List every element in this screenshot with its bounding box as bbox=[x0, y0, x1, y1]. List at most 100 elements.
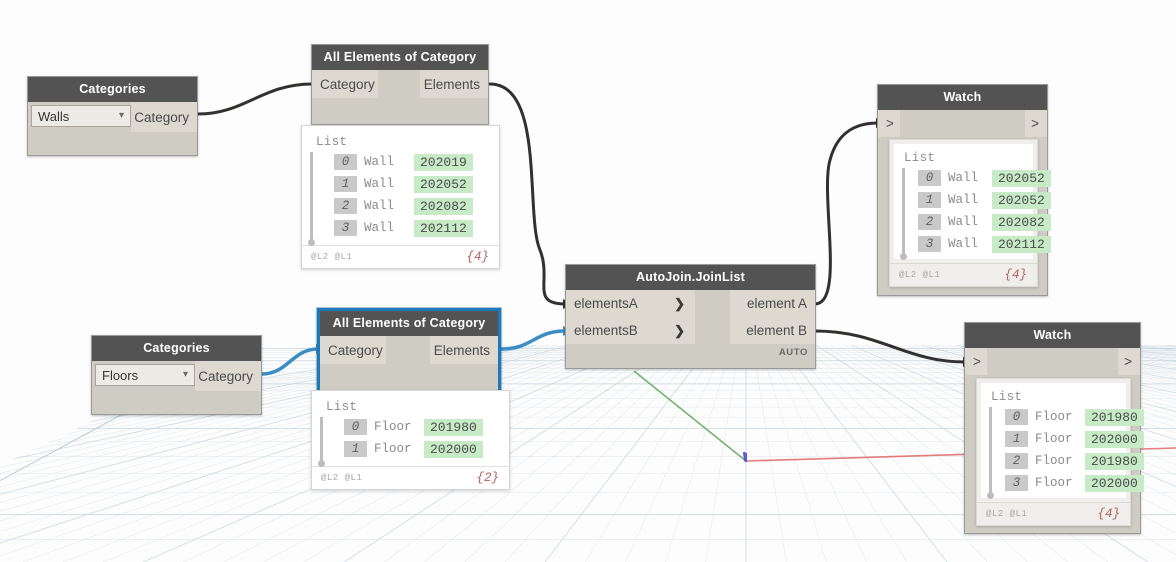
input-port-watch-top[interactable]: > bbox=[878, 110, 900, 137]
node-footer bbox=[92, 391, 261, 414]
row-type: Wall bbox=[948, 237, 986, 251]
port-label: > bbox=[1124, 354, 1132, 369]
chevron-down-icon: ▾ bbox=[119, 110, 124, 121]
node-footer bbox=[28, 132, 197, 155]
port-label: > bbox=[973, 354, 981, 369]
input-port-elementsA[interactable]: elementsA ❯ bbox=[566, 290, 695, 317]
list-label: List bbox=[316, 135, 489, 149]
node-all-elements-walls[interactable]: All Elements of Category Category Elemen… bbox=[311, 44, 489, 125]
node-all-elements-floors[interactable]: All Elements of Category Category Elemen… bbox=[317, 308, 501, 393]
node-footer bbox=[320, 364, 498, 390]
category-dropdown-walls[interactable]: Walls ▾ bbox=[31, 105, 131, 127]
row-index: 1 bbox=[918, 192, 941, 208]
list-bracket bbox=[902, 168, 905, 256]
node-footer bbox=[312, 98, 488, 124]
port-label: > bbox=[886, 116, 894, 131]
node-title: All Elements of Category bbox=[312, 45, 488, 70]
output-port-elements[interactable]: Elements bbox=[420, 70, 488, 98]
list-item: 0 Wall 202052 bbox=[918, 167, 1027, 189]
node-title: Watch bbox=[878, 85, 1047, 110]
row-type: Wall bbox=[948, 193, 986, 207]
node-categories-floors[interactable]: Categories Floors ▾ Category bbox=[91, 335, 262, 415]
row-index: 2 bbox=[1005, 453, 1028, 469]
output-port-watch-top[interactable]: > bbox=[1025, 110, 1047, 137]
list-label: List bbox=[904, 151, 1027, 165]
row-value: 202000 bbox=[1085, 475, 1144, 492]
preview-footer: @L2 @L1 {4} bbox=[302, 245, 499, 268]
node-title: AutoJoin.JoinList bbox=[566, 265, 815, 290]
row-value: 202052 bbox=[414, 176, 473, 193]
node-footer: AUTO bbox=[566, 344, 815, 368]
row-index: 3 bbox=[334, 220, 357, 236]
row-value: 202112 bbox=[992, 236, 1051, 253]
port-label: Category bbox=[134, 110, 189, 125]
output-port-element-b[interactable]: element B bbox=[730, 317, 815, 344]
preview-list: List 0 Floor 201980 1 Floor 202000 2 Flo… bbox=[981, 383, 1126, 498]
row-type: Wall bbox=[364, 199, 408, 213]
row-value: 202052 bbox=[992, 192, 1051, 209]
port-label: element A bbox=[747, 296, 807, 311]
preview-walls-elements: List 0 Wall 202019 1 Wall 202052 2 Wall … bbox=[301, 125, 500, 269]
dropdown-value: Floors bbox=[96, 368, 138, 383]
list-item: 2 Floor 201980 bbox=[1005, 450, 1120, 472]
list-item: 1 Floor 202000 bbox=[344, 438, 499, 460]
row-type: Wall bbox=[364, 177, 408, 191]
row-type: Floor bbox=[1035, 476, 1079, 490]
list-item: 2 Wall 202082 bbox=[918, 211, 1027, 233]
row-index: 0 bbox=[918, 170, 941, 186]
list-item: 1 Wall 202052 bbox=[334, 173, 489, 195]
node-autojoin-joinlist[interactable]: AutoJoin.JoinList elementsA ❯ element A … bbox=[565, 264, 816, 369]
row-index: 1 bbox=[344, 441, 367, 457]
row-type: Wall bbox=[364, 155, 408, 169]
port-label: Category bbox=[198, 369, 253, 384]
list-item: 0 Wall 202019 bbox=[334, 151, 489, 173]
node-title: All Elements of Category bbox=[320, 311, 498, 336]
row-index: 2 bbox=[334, 198, 357, 214]
input-port-category[interactable]: Category bbox=[320, 336, 386, 364]
list-bracket bbox=[320, 417, 323, 463]
item-count-badge: {4} bbox=[1097, 507, 1120, 521]
output-port-category[interactable]: Category bbox=[131, 102, 197, 132]
output-port-watch-bottom[interactable]: > bbox=[1118, 348, 1140, 375]
row-index: 2 bbox=[918, 214, 941, 230]
row-index: 0 bbox=[344, 419, 367, 435]
item-count-badge: {4} bbox=[1004, 268, 1027, 282]
row-index: 0 bbox=[334, 154, 357, 170]
row-value: 201980 bbox=[1085, 453, 1144, 470]
row-value: 202082 bbox=[992, 214, 1051, 231]
row-index: 0 bbox=[1005, 409, 1028, 425]
input-port-category[interactable]: Category bbox=[312, 70, 378, 98]
input-port-elementsB[interactable]: elementsB ❯ bbox=[566, 317, 695, 344]
dynamo-workspace-canvas[interactable]: Categories Walls ▾ Category All Elements… bbox=[0, 0, 1176, 562]
list-item: 3 Wall 202112 bbox=[334, 217, 489, 239]
row-type: Floor bbox=[374, 442, 418, 456]
output-port-elements[interactable]: Elements bbox=[430, 336, 498, 364]
output-port-element-a[interactable]: element A bbox=[730, 290, 815, 317]
node-categories-walls[interactable]: Categories Walls ▾ Category bbox=[27, 76, 198, 156]
port-grid: elementsA ❯ element A elementsB ❯ elemen… bbox=[566, 290, 815, 344]
list-item: 3 Floor 202000 bbox=[1005, 472, 1120, 494]
row-value: 202000 bbox=[424, 441, 483, 458]
row-value: 202082 bbox=[414, 198, 473, 215]
list-item: 3 Wall 202112 bbox=[918, 233, 1027, 255]
port-label: elementsA bbox=[574, 296, 638, 311]
list-item: 0 Floor 201980 bbox=[344, 416, 499, 438]
node-title: Watch bbox=[965, 323, 1140, 348]
preview-floors-elements: List 0 Floor 201980 1 Floor 202000 @L2 @… bbox=[311, 390, 510, 490]
row-type: Wall bbox=[948, 171, 986, 185]
list-bracket bbox=[310, 152, 313, 242]
row-index: 3 bbox=[1005, 475, 1028, 491]
output-port-category[interactable]: Category bbox=[195, 361, 261, 391]
category-dropdown-floors[interactable]: Floors ▾ bbox=[95, 364, 195, 386]
port-label: > bbox=[1031, 116, 1039, 131]
chevron-right-icon: ❯ bbox=[660, 296, 685, 312]
row-type: Floor bbox=[1035, 410, 1079, 424]
row-value: 202000 bbox=[1085, 431, 1144, 448]
dropdown-value: Walls bbox=[32, 109, 69, 124]
port-label: Category bbox=[328, 343, 383, 358]
port-label: element B bbox=[746, 323, 807, 338]
chevron-down-icon: ▾ bbox=[183, 369, 188, 380]
list-label: List bbox=[326, 400, 499, 414]
input-port-watch-bottom[interactable]: > bbox=[965, 348, 987, 375]
list-bracket bbox=[989, 407, 992, 495]
